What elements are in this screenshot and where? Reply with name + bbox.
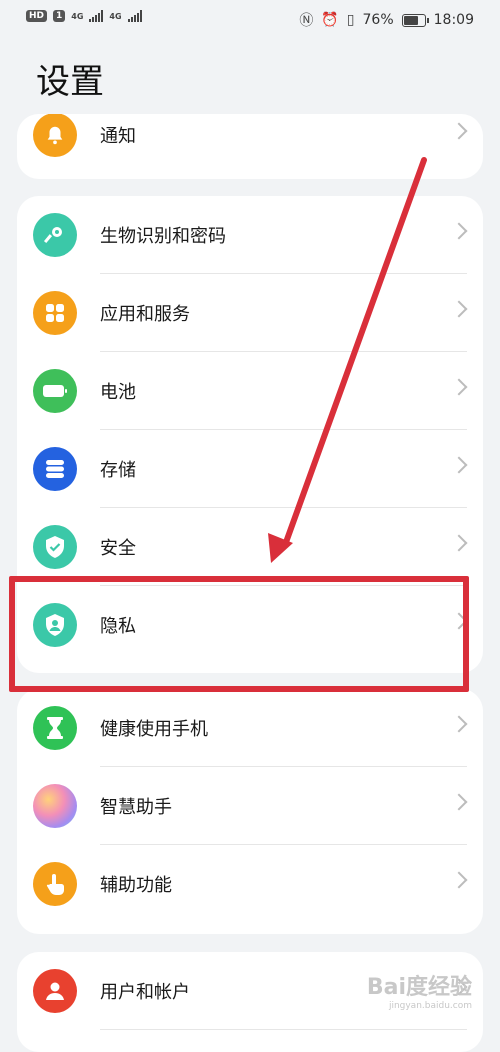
nfc-icon: Ⓝ: [299, 13, 314, 29]
settings-item-digital-balance[interactable]: 健康使用手机: [17, 689, 483, 767]
settings-item-label: 健康使用手机: [100, 719, 208, 740]
apps-grid-icon: [33, 291, 77, 335]
page-title: 设置: [36, 62, 104, 102]
settings-item-label: 智慧助手: [100, 797, 172, 818]
settings-group-notifications: 通知: [17, 114, 483, 179]
chevron-right-icon: [450, 871, 468, 889]
settings-item-label: 辅助功能: [100, 875, 172, 896]
watermark: Bai度经验 jingyan.baidu.com: [367, 969, 472, 1011]
chevron-right-icon: [450, 300, 468, 318]
status-bar: HD 1 4G 4G Ⓝ ⏰ ▯ 76% 18:09: [0, 0, 500, 38]
sim-badge: 1: [53, 10, 66, 22]
chevron-right-icon: [450, 378, 468, 396]
network-label-1: 4G: [71, 11, 84, 21]
settings-item-notifications[interactable]: 通知: [17, 114, 483, 174]
settings-item-biometrics[interactable]: 生物识别和密码: [17, 196, 483, 274]
settings-item-label: 生物识别和密码: [100, 226, 226, 247]
signal-icon-2: [127, 10, 142, 22]
watermark-text: Bai度经验: [366, 975, 472, 1000]
settings-item-label: 通知: [100, 126, 136, 147]
settings-item-apps[interactable]: 应用和服务: [17, 274, 483, 352]
chevron-right-icon: [450, 793, 468, 811]
hourglass-icon: [33, 706, 77, 750]
settings-item-accessibility[interactable]: 辅助功能: [17, 845, 483, 923]
hd-badge: HD: [26, 10, 48, 22]
chevron-right-icon: [450, 534, 468, 552]
settings-item-label: 存储: [100, 460, 136, 481]
assistant-orb-icon: [33, 784, 77, 828]
privacy-shield-icon: [33, 603, 77, 647]
settings-item-label: 隐私: [100, 616, 136, 637]
chevron-right-icon: [450, 715, 468, 733]
battery-percent: 76%: [362, 12, 394, 28]
signal-icon: [89, 10, 104, 22]
battery-icon: [33, 369, 77, 413]
user-icon: [33, 969, 77, 1013]
chevron-right-icon: [450, 122, 468, 140]
settings-item-privacy[interactable]: 隐私: [17, 586, 483, 664]
chevron-right-icon: [450, 612, 468, 630]
chevron-right-icon: [450, 456, 468, 474]
clock: 18:09: [433, 12, 474, 28]
divider: [100, 1029, 467, 1030]
settings-item-label: 应用和服务: [100, 304, 190, 325]
settings-item-security[interactable]: 安全: [17, 508, 483, 586]
bell-icon: [33, 114, 77, 157]
settings-item-label: 安全: [100, 538, 136, 559]
settings-item-battery[interactable]: 电池: [17, 352, 483, 430]
settings-item-storage[interactable]: 存储: [17, 430, 483, 508]
battery-icon: [401, 13, 429, 27]
settings-item-assistant[interactable]: 智慧助手: [17, 767, 483, 845]
settings-item-label: 用户和帐户: [100, 982, 190, 1003]
key-icon: [33, 213, 77, 257]
hand-pointer-icon: [33, 862, 77, 906]
shield-check-icon: [33, 525, 77, 569]
settings-group-wellbeing: 健康使用手机 智慧助手 辅助功能: [17, 689, 483, 934]
watermark-url: jingyan.baidu.com: [388, 1001, 472, 1011]
storage-icon: [33, 447, 77, 491]
chevron-right-icon: [450, 222, 468, 240]
network-label-2: 4G: [109, 11, 122, 21]
settings-item-label: 电池: [100, 382, 136, 403]
settings-group-security: 生物识别和密码 应用和服务 电池 存储 安全 隐私: [17, 196, 483, 673]
alarm-icon: ⏰: [321, 12, 339, 28]
vibrate-icon: ▯: [346, 12, 355, 28]
